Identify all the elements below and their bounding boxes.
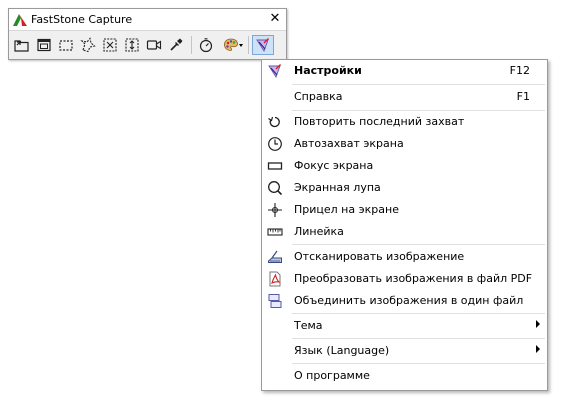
menu-item-ruler[interactable]: Линейка <box>262 221 547 243</box>
capture-window-icon <box>37 38 51 52</box>
submenu-arrow-icon <box>536 320 540 328</box>
dropdown-arrow-icon <box>239 44 243 47</box>
screen-recorder-button[interactable] <box>144 35 164 55</box>
pdf-icon <box>267 271 283 287</box>
delay-timer-icon <box>199 38 213 53</box>
menu-item-language[interactable]: Язык (Language) <box>262 340 547 362</box>
menu-item-label: О программе <box>294 369 370 382</box>
menu-item-label: Фокус экрана <box>294 159 374 172</box>
menu-item-label: Автозахват экрана <box>294 137 404 150</box>
join-images-icon <box>267 293 283 309</box>
crosshair-icon <box>267 202 283 218</box>
capture-freehand-icon <box>80 37 96 53</box>
screen-recorder-icon <box>146 40 162 50</box>
menu-item-about[interactable]: О программе <box>262 365 547 387</box>
menu-item-repeat-last-capture[interactable]: Повторить последний захват <box>262 111 547 133</box>
submenu-arrow-icon <box>536 345 540 353</box>
auto-capture-clock-icon <box>267 136 283 152</box>
capture-window-button[interactable] <box>34 35 54 55</box>
menu-item-screen-magnifier[interactable]: Экранная лупа <box>262 177 547 199</box>
capture-freehand-button[interactable] <box>78 35 98 55</box>
menu-item-label: Повторить последний захват <box>294 115 465 128</box>
capture-fullscreen-icon <box>103 38 117 52</box>
output-palette-icon <box>224 38 238 51</box>
menu-item-screen-focus[interactable]: Фокус экрана <box>262 155 547 177</box>
menu-item-label: Настройки <box>294 64 362 77</box>
menu-item-label: Язык (Language) <box>294 344 390 357</box>
scanner-icon <box>267 249 283 265</box>
menu-item-help[interactable]: Справка F1 <box>262 86 547 108</box>
output-destination-button[interactable] <box>218 35 244 55</box>
delay-timer-button[interactable] <box>196 35 216 55</box>
settings-menu-icon <box>256 38 269 53</box>
menu-item-label: Справка <box>294 90 343 103</box>
menu-item-label: Экранная лупа <box>294 181 381 194</box>
capture-scrolling-button[interactable] <box>122 35 142 55</box>
settings-menu-button[interactable] <box>252 35 274 55</box>
menu-item-theme[interactable]: Тема <box>262 315 547 337</box>
window-title: FastStone Capture <box>31 13 133 26</box>
repeat-capture-icon <box>267 114 283 130</box>
menu-item-label: Объединить изображения в один файл <box>294 294 524 307</box>
capture-toolbar <box>12 35 283 55</box>
menu-item-settings[interactable]: Настройки F12 <box>262 60 547 82</box>
menu-item-auto-capture[interactable]: Автозахват экрана <box>262 133 547 155</box>
capture-scrolling-icon <box>125 38 139 52</box>
toolbar-separator <box>191 36 192 54</box>
screen-focus-icon <box>267 158 283 174</box>
menu-item-screen-crosshair[interactable]: Прицел на экране <box>262 199 547 221</box>
settings-icon <box>267 63 283 79</box>
open-folder-icon <box>14 40 29 52</box>
color-picker-icon <box>170 38 183 51</box>
menu-item-label: Линейка <box>294 225 344 238</box>
menu-item-shortcut: F12 <box>509 64 530 77</box>
title-bar[interactable]: FastStone Capture ✕ <box>9 9 286 31</box>
capture-rectangle-icon <box>59 40 73 51</box>
menu-item-convert-to-pdf[interactable]: Преобразовать изображения в файл PDF <box>262 268 547 290</box>
close-button[interactable]: ✕ <box>268 11 282 27</box>
menu-item-shortcut: F1 <box>516 90 530 103</box>
menu-item-join-images[interactable]: Объединить изображения в один файл <box>262 290 547 312</box>
menu-item-label: Отсканировать изображение <box>294 250 465 263</box>
toolbar-separator <box>248 36 249 54</box>
magnifier-icon <box>267 180 283 196</box>
open-folder-button[interactable] <box>12 35 32 55</box>
menu-separator <box>292 338 545 339</box>
menu-separator <box>292 313 545 314</box>
menu-separator <box>292 363 545 364</box>
faststone-toolbar-window: FastStone Capture ✕ <box>8 8 287 60</box>
color-picker-button[interactable] <box>166 35 186 55</box>
menu-item-label: Прицел на экране <box>294 203 399 216</box>
menu-item-scan-image[interactable]: Отсканировать изображение <box>262 246 547 268</box>
menu-separator <box>292 84 545 85</box>
menu-separator <box>292 244 545 245</box>
ruler-icon <box>267 224 283 240</box>
capture-fullscreen-button[interactable] <box>100 35 120 55</box>
capture-rectangle-button[interactable] <box>56 35 76 55</box>
faststone-logo-icon <box>13 13 27 26</box>
settings-dropdown-menu: Настройки F12 Справка F1 Повторить после… <box>261 59 548 391</box>
menu-item-label: Преобразовать изображения в файл PDF <box>294 272 533 285</box>
menu-item-label: Тема <box>294 319 323 332</box>
